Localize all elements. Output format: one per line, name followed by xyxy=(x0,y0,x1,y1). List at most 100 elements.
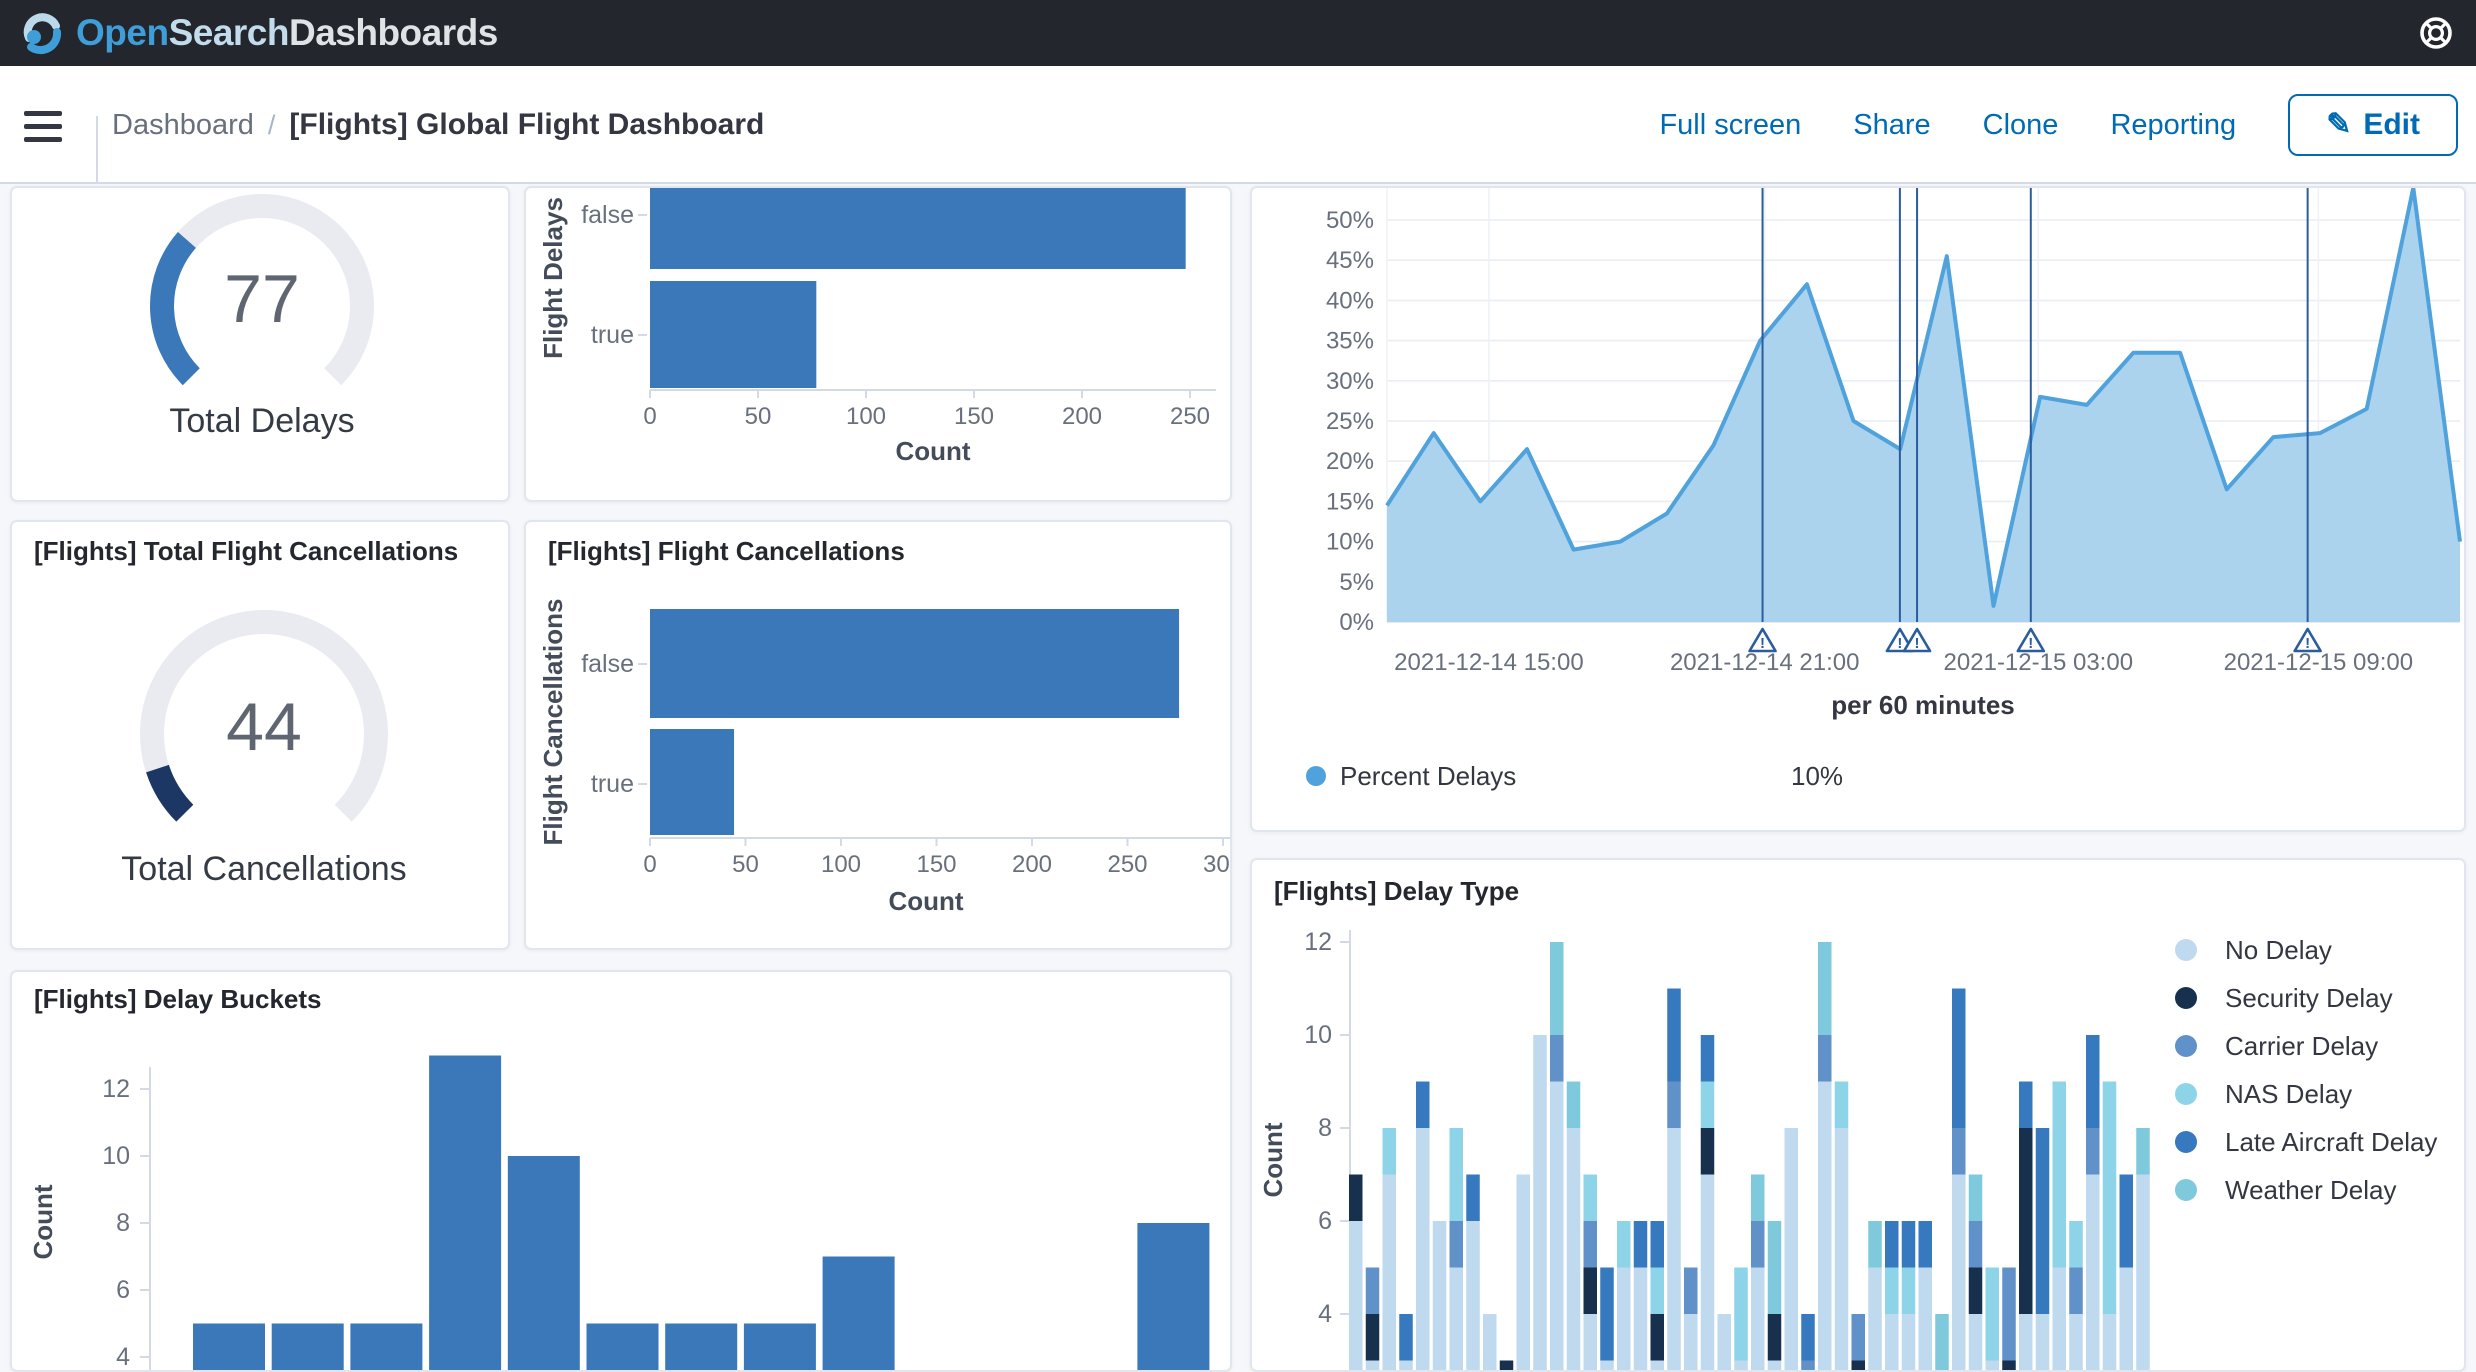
stacked-segment[interactable] xyxy=(1349,1221,1363,1370)
stacked-segment[interactable] xyxy=(1667,989,1681,1082)
stacked-segment[interactable] xyxy=(1667,1082,1681,1129)
histogram-bar[interactable] xyxy=(429,1056,501,1371)
delay-type-stacked-chart[interactable]: 4681012No DelaySecurity DelayCarrier Del… xyxy=(1252,860,2464,1370)
stacked-segment[interactable] xyxy=(1785,1128,1799,1370)
stacked-segment[interactable] xyxy=(1383,1128,1397,1175)
stacked-segment[interactable] xyxy=(1751,1221,1765,1268)
full-screen-button[interactable]: Full screen xyxy=(1659,109,1801,142)
stacked-segment[interactable] xyxy=(1952,1128,1966,1175)
total-cancellations-gauge-chart[interactable]: 44Total Cancellations xyxy=(12,522,508,948)
stacked-segment[interactable] xyxy=(2053,1268,2067,1371)
stacked-segment[interactable] xyxy=(1466,1175,1480,1222)
stacked-segment[interactable] xyxy=(1835,1128,1849,1370)
stacked-segment[interactable] xyxy=(1734,1361,1748,1371)
stacked-segment[interactable] xyxy=(1617,1268,1631,1371)
stacked-segment[interactable] xyxy=(2019,1082,2033,1129)
stacked-segment[interactable] xyxy=(2002,1361,2016,1371)
legend-item-security-delay[interactable]: Security Delay xyxy=(2175,983,2393,1013)
stacked-segment[interactable] xyxy=(1450,1128,1464,1221)
stacked-segment[interactable] xyxy=(1986,1268,2000,1361)
legend-item-nas-delay[interactable]: NAS Delay xyxy=(2175,1079,2352,1109)
stacked-segment[interactable] xyxy=(2036,1128,2050,1314)
histogram-bar[interactable] xyxy=(508,1156,580,1370)
panel-title[interactable]: [Flights] Delay Type xyxy=(1274,876,1519,907)
clone-button[interactable]: Clone xyxy=(1983,109,2059,142)
stacked-segment[interactable] xyxy=(1818,1035,1832,1082)
bar-false[interactable] xyxy=(650,188,1186,269)
share-button[interactable]: Share xyxy=(1853,109,1930,142)
stacked-segment[interactable] xyxy=(1584,1314,1598,1370)
stacked-segment[interactable] xyxy=(1584,1221,1598,1268)
stacked-segment[interactable] xyxy=(1835,1082,1849,1129)
stacked-segment[interactable] xyxy=(1818,1082,1832,1371)
stacked-segment[interactable] xyxy=(1952,989,1966,1129)
stacked-segment[interactable] xyxy=(1868,1268,1882,1371)
stacked-segment[interactable] xyxy=(1399,1361,1413,1371)
stacked-segment[interactable] xyxy=(2053,1082,2067,1268)
stacked-segment[interactable] xyxy=(1383,1175,1397,1371)
panel-title[interactable]: [Flights] Delay Buckets xyxy=(34,984,322,1015)
bar-true[interactable] xyxy=(650,729,734,835)
stacked-segment[interactable] xyxy=(1500,1361,1514,1371)
stacked-segment[interactable] xyxy=(1617,1221,1631,1268)
total-delays-gauge-chart[interactable]: 77Total Delays xyxy=(12,188,508,500)
stacked-segment[interactable] xyxy=(2002,1268,2016,1361)
histogram-bar[interactable] xyxy=(350,1324,422,1371)
stacked-segment[interactable] xyxy=(1600,1268,1614,1361)
panel-title[interactable]: [Flights] Total Flight Cancellations xyxy=(34,536,458,567)
histogram-bar[interactable] xyxy=(744,1324,816,1371)
stacked-segment[interactable] xyxy=(1768,1361,1782,1371)
stacked-segment[interactable] xyxy=(1584,1175,1598,1222)
stacked-segment[interactable] xyxy=(1483,1314,1497,1370)
stacked-segment[interactable] xyxy=(1349,1175,1363,1222)
edit-button[interactable]: ✎ Edit xyxy=(2288,94,2458,156)
stacked-segment[interactable] xyxy=(1902,1221,1916,1268)
stacked-segment[interactable] xyxy=(1919,1268,1933,1371)
stacked-segment[interactable] xyxy=(1986,1361,2000,1371)
stacked-segment[interactable] xyxy=(1567,1082,1581,1129)
stacked-segment[interactable] xyxy=(1885,1221,1899,1268)
breadcrumb-dashboard-link[interactable]: Dashboard xyxy=(112,109,254,142)
stacked-segment[interactable] xyxy=(1634,1268,1648,1371)
stacked-segment[interactable] xyxy=(1416,1082,1430,1129)
stacked-segment[interactable] xyxy=(1969,1314,1983,1370)
stacked-segment[interactable] xyxy=(1399,1314,1413,1361)
stacked-segment[interactable] xyxy=(1969,1221,1983,1268)
stacked-segment[interactable] xyxy=(2086,1128,2100,1175)
stacked-segment[interactable] xyxy=(1651,1361,1665,1371)
stacked-segment[interactable] xyxy=(1684,1268,1698,1315)
stacked-segment[interactable] xyxy=(1550,1035,1564,1082)
stacked-segment[interactable] xyxy=(2120,1268,2134,1371)
stacked-segment[interactable] xyxy=(1366,1361,1380,1371)
stacked-segment[interactable] xyxy=(1366,1268,1380,1315)
stacked-segment[interactable] xyxy=(1885,1268,1899,1315)
histogram-bar[interactable] xyxy=(272,1324,344,1371)
stacked-segment[interactable] xyxy=(1416,1128,1430,1370)
stacked-segment[interactable] xyxy=(2069,1314,2083,1370)
histogram-bar[interactable] xyxy=(823,1257,895,1371)
stacked-segment[interactable] xyxy=(1902,1314,1916,1370)
stacked-segment[interactable] xyxy=(1751,1268,1765,1371)
stacked-segment[interactable] xyxy=(1701,1175,1715,1371)
stacked-segment[interactable] xyxy=(1818,942,1832,1035)
stacked-segment[interactable] xyxy=(1919,1221,1933,1268)
flight-cancellations-bar-chart[interactable]: 050100150200250300falsetrueCountFlight C… xyxy=(526,522,1230,948)
percent-delays-area-chart[interactable]: 0%5%10%15%20%25%30%35%40%45%50%!!!!!2021… xyxy=(1252,188,2464,830)
stacked-segment[interactable] xyxy=(2136,1175,2150,1371)
stacked-segment[interactable] xyxy=(1768,1314,1782,1361)
stacked-segment[interactable] xyxy=(1517,1175,1531,1371)
stacked-segment[interactable] xyxy=(1634,1221,1648,1268)
stacked-segment[interactable] xyxy=(1902,1268,1916,1315)
stacked-segment[interactable] xyxy=(1450,1221,1464,1268)
stacked-segment[interactable] xyxy=(1969,1268,1983,1315)
legend-item-weather-delay[interactable]: Weather Delay xyxy=(2175,1175,2397,1205)
stacked-segment[interactable] xyxy=(1466,1221,1480,1370)
stacked-segment[interactable] xyxy=(1868,1221,1882,1268)
bar-false[interactable] xyxy=(650,609,1179,718)
stacked-segment[interactable] xyxy=(1768,1221,1782,1314)
panel-title[interactable]: [Flights] Flight Cancellations xyxy=(548,536,905,567)
histogram-bar[interactable] xyxy=(587,1324,659,1371)
histogram-bar[interactable] xyxy=(665,1324,737,1371)
stacked-segment[interactable] xyxy=(2019,1128,2033,1314)
histogram-bar[interactable] xyxy=(193,1324,265,1371)
